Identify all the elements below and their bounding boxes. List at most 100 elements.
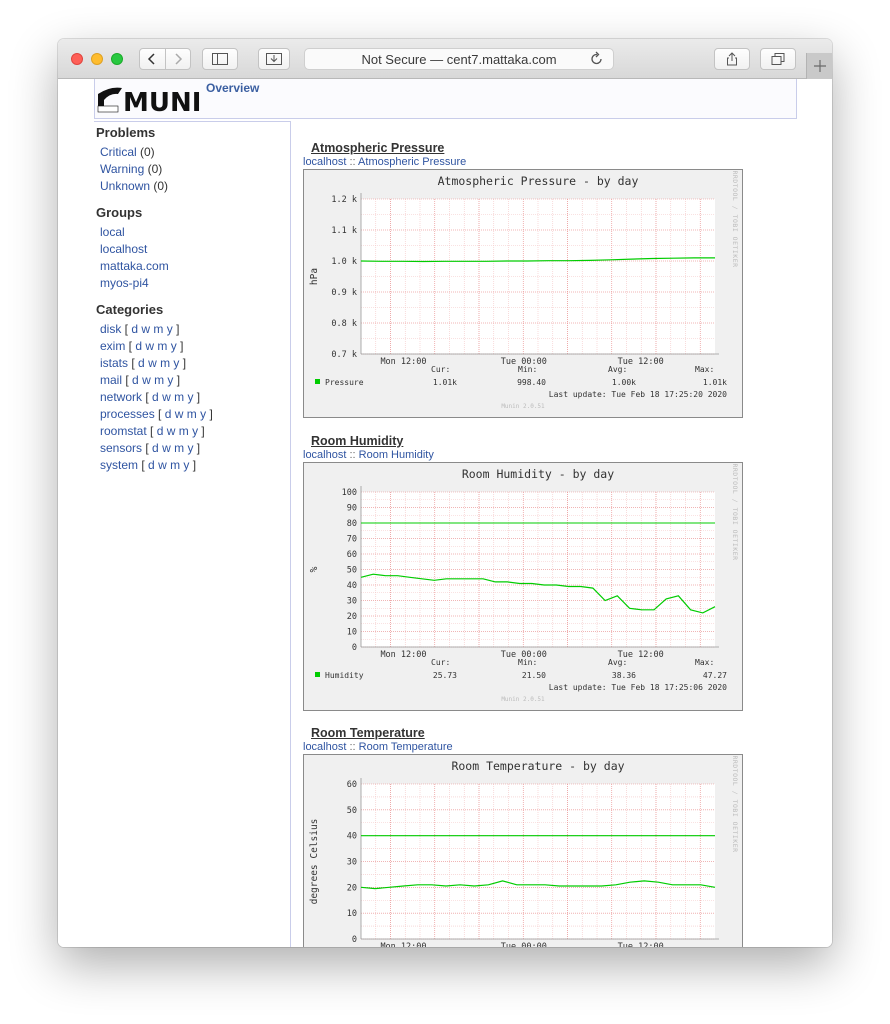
category-link[interactable]: network [100,390,142,404]
y-tick-label: 0.8 k [331,319,357,329]
period-link[interactable]: m [153,322,163,336]
munin-logo[interactable]: MUNIN [96,84,223,118]
period-link[interactable]: d [148,458,155,472]
period-link[interactable]: m [160,356,170,370]
legend-swatch [315,379,320,384]
category-item: system [ d w m y ] [100,457,286,474]
address-bar[interactable]: Not Secure — cent7.mattaka.com [304,48,614,70]
period-link[interactable]: m [174,390,184,404]
tabs-overview-button[interactable] [760,48,796,70]
categories-section: Categories disk [ d w m y ] exim [ d w m … [96,302,286,474]
period-link[interactable]: w [162,441,171,455]
minimize-window-button[interactable] [91,53,103,65]
legend-max-value: 47.27 [703,671,727,680]
legend-swatch [315,672,320,677]
problem-link-warning[interactable]: Warning [100,162,144,176]
period-link[interactable]: d [152,441,159,455]
period-link[interactable]: w [148,356,157,370]
breadcrumb-plugin-link[interactable]: Atmospheric Pressure [358,156,466,168]
period-link[interactable]: w [158,458,167,472]
period-link[interactable]: d [132,373,139,387]
period-link[interactable]: w [141,322,150,336]
breadcrumb-plugin-link[interactable]: Room Temperature [359,741,453,753]
period-link[interactable]: d [135,339,142,353]
zoom-window-button[interactable] [111,53,123,65]
group-link[interactable]: myos-pi4 [100,276,149,290]
period-link[interactable]: m [154,373,164,387]
legend-header-max: Max: [695,365,714,374]
y-tick-label: 90 [347,504,357,514]
problem-link-critical[interactable]: Critical [100,145,137,159]
y-tick-label: 50 [347,806,357,816]
period-link[interactable]: w [167,424,176,438]
y-tick-label: 80 [347,519,357,529]
graph-image[interactable]: 0.7 k0.8 k0.9 k1.0 k1.1 k1.2 kMon 12:00 T… [303,169,743,418]
category-link[interactable]: sensors [100,441,142,455]
period-link[interactable]: d [138,356,145,370]
rrdtool-credit: RRDTOOL / TOBI OETIKER [731,463,739,560]
group-link[interactable]: localhost [100,242,147,256]
category-item: processes [ d w m y ] [100,406,286,423]
breadcrumb-host-link[interactable]: localhost [303,449,346,461]
history-navigation [139,48,191,70]
graph-image[interactable]: 0102030405060708090100Mon 12:00 Tue 00:00… [303,462,743,711]
bracket-close: ] [173,373,181,387]
period-link[interactable]: m [170,458,180,472]
new-tab-button[interactable] [806,53,832,79]
period-link[interactable]: m [187,407,197,421]
graph-section: Room Temperature localhost :: Room Temper… [303,726,748,947]
reader-mode-button[interactable] [258,48,290,70]
close-window-button[interactable] [71,53,83,65]
breadcrumb-plugin-link[interactable]: Room Humidity [359,449,434,461]
breadcrumb-host-link[interactable]: localhost [303,741,346,753]
sidebar-toggle-button[interactable] [202,48,238,70]
period-link[interactable]: w [162,390,171,404]
y-tick-label: 100 [342,488,357,498]
period-link[interactable]: m [157,339,167,353]
period-link[interactable]: w [145,339,154,353]
category-link[interactable]: mail [100,373,122,387]
legend-cur-value: 1.01k [433,378,457,387]
last-update-text: Last update: Tue Feb 18 17:25:06 2020 [549,683,727,692]
bracket-close: ] [198,424,205,438]
legend-cur-value: 25.73 [433,671,457,680]
category-link[interactable]: disk [100,322,121,336]
category-link[interactable]: istats [100,356,128,370]
breadcrumb-host-link[interactable]: localhost [303,156,346,168]
category-link[interactable]: roomstat [100,424,147,438]
period-link[interactable]: d [165,407,172,421]
period-link[interactable]: m [179,424,189,438]
graph-image[interactable]: 0 10 20 30 40 50 60 Mon 12:00 Tue 00:00 Tue 12:00… [303,754,743,947]
munin-version: Munin 2.0.51 [501,696,545,703]
overview-link[interactable]: Overview [206,81,259,95]
share-button[interactable] [714,48,750,70]
forward-button[interactable] [164,49,191,69]
category-link[interactable]: system [100,458,138,472]
period-link[interactable]: m [174,441,184,455]
period-link[interactable]: d [152,390,159,404]
category-item: mail [ d w m y ] [100,372,286,389]
period-link[interactable]: w [175,407,184,421]
y-tick-label: 1.0 k [331,257,357,267]
graph-heading[interactable]: Room Temperature [303,726,748,740]
graph-heading[interactable]: Room Humidity [303,434,748,448]
bracket-close: ] [172,322,180,336]
problem-link-unknown[interactable]: Unknown [100,179,150,193]
category-item: sensors [ d w m y ] [100,440,286,457]
legend-avg-value: 1.00k [612,378,636,387]
group-link[interactable]: mattaka.com [100,259,169,273]
period-link[interactable]: d [157,424,164,438]
category-link[interactable]: processes [100,407,155,421]
graph-heading[interactable]: Atmospheric Pressure [303,141,748,155]
group-link[interactable]: local [100,225,125,239]
breadcrumb-separator: :: [346,156,359,168]
problem-item: Warning (0) [100,161,286,178]
problem-count: (0) [140,145,155,159]
back-button[interactable] [140,49,165,69]
group-item: localhost [100,241,286,258]
period-link[interactable]: w [142,373,151,387]
period-link[interactable]: d [131,322,138,336]
category-link[interactable]: exim [100,339,125,353]
reload-icon[interactable] [589,50,605,68]
categories-list: disk [ d w m y ] exim [ d w m y ] istats [… [96,321,286,474]
